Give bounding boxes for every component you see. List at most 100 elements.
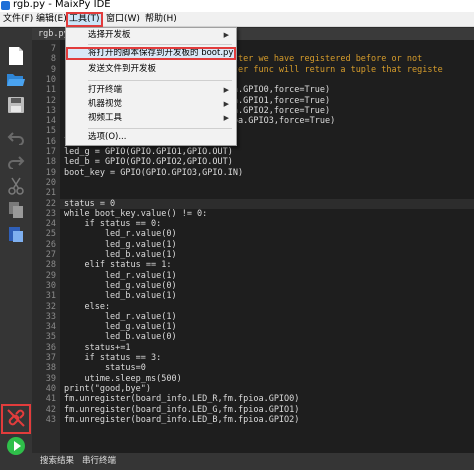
code-line[interactable]: fm.unregister(board_info.LED_G,fm.fpioa.… [64,405,299,415]
paste-button[interactable] [4,222,28,246]
code-line[interactable]: status = 0 [64,199,115,209]
line-number: 23 [45,208,56,219]
code-line[interactable]: led_r.value(1) [64,271,177,281]
new-file-button[interactable] [4,44,28,68]
submenu-arrow-icon: ▶ [223,100,229,108]
copy-button[interactable] [4,198,28,222]
undo-button[interactable] [4,126,28,150]
menu-item-label: 选择开发板 [88,30,131,40]
menu-window[interactable]: 窗口(W) [103,12,143,27]
code-line[interactable]: print("good,bye") [64,384,151,394]
tab-serial-terminal[interactable]: 串行终端 [82,453,116,470]
line-number: 13 [45,105,56,116]
redo-button[interactable] [4,150,28,174]
code-line[interactable]: led_g.value(0) [64,281,177,291]
code-line[interactable]: boot_key = GPIO(GPIO.GPIO3,GPIO.IN) [64,168,243,178]
code-line[interactable]: while boot_key.value() != 0: [64,209,207,219]
line-number: 41 [45,394,56,405]
menu-edit[interactable]: 编辑(E) [33,12,70,27]
menu-file[interactable]: 文件(F) [0,12,36,27]
menu-item-label: 视频工具 [88,113,123,123]
line-number: 26 [45,239,56,250]
submenu-arrow-icon: ▶ [223,86,229,94]
line-number: 10 [45,74,56,85]
code-line[interactable]: fm.unregister(board_info.LED_B,fm.fpioa.… [64,415,299,425]
new-file-icon [9,47,23,65]
scissors-icon [8,177,24,195]
code-line[interactable]: led_b.value(1) [64,250,177,260]
line-number: 18 [45,157,56,168]
code-line[interactable]: led_g.value(1) [64,322,177,332]
code-line[interactable]: fm.unregister(board_info.LED_R,fm.fpioa.… [64,394,299,404]
line-number: 28 [45,260,56,271]
menu-bar: 文件(F) 编辑(E) 工具(T) 窗口(W) 帮助(H) [0,12,474,27]
open-file-button[interactable] [4,68,28,92]
redo-icon [8,156,25,169]
code-line[interactable]: led_b.value(1) [64,291,177,301]
menu-separator [88,128,232,129]
title-bar: rgb.py - MaixPy IDE [0,0,474,12]
line-number: 12 [45,95,56,106]
line-number: 14 [45,116,56,127]
line-number: 25 [45,229,56,240]
menu-item-send-file[interactable]: 发送文件到开发板 [66,63,236,76]
menu-tools[interactable]: 工具(T) [66,12,103,27]
line-number: 15 [45,126,56,137]
line-number: 42 [45,404,56,415]
menu-item-save-to-boot-py[interactable]: 将打开的脚本保存到开发板的 boot.py [66,47,236,60]
code-line[interactable]: led_b = GPIO(GPIO.GPIO2,GPIO.OUT) [64,157,233,167]
menu-item-machine-vision[interactable]: 机器视觉 ▶ [66,98,236,111]
line-number: 22 [45,198,56,209]
line-number: 33 [45,311,56,322]
code-line[interactable]: utime.sleep_ms(500) [64,374,181,384]
line-number: 36 [45,342,56,353]
line-number: 8 [50,54,56,65]
code-line[interactable]: led_r.value(1) [64,312,177,322]
menu-separator [88,44,232,45]
menu-item-label: 打开终端 [88,85,123,95]
code-line[interactable]: if status == 0: [64,219,161,229]
code-line[interactable]: led_r.value(0) [64,229,177,239]
line-number: 7 [50,44,56,54]
paste-icon [9,227,23,242]
menu-item-label: 发送文件到开发板 [88,64,157,74]
line-number: 11 [45,85,56,96]
save-button[interactable] [4,93,28,117]
code-line[interactable]: if status == 3: [64,353,161,363]
tools-dropdown-menu: 选择开发板 ▶ 将打开的脚本保存到开发板的 boot.py 发送文件到开发板 打… [65,27,237,146]
line-number: 37 [45,353,56,363]
code-line[interactable]: led_b.value(0) [64,332,177,342]
window-title: rgb.py - MaixPy IDE [13,0,111,10]
menu-help[interactable]: 帮助(H) [142,12,180,27]
menu-item-select-board[interactable]: 选择开发板 ▶ [66,29,236,42]
menu-item-label: 机器视觉 [88,99,123,109]
code-line[interactable]: led_g = GPIO(GPIO.GPIO1,GPIO.OUT) [64,147,233,157]
code-line[interactable]: status+=1 [64,343,130,353]
line-number-gutter: 7 8 9 10 11 12 13 14 15 16 17 18 19 20 21 22 23 24 25 26 27 2… [32,40,60,453]
code-line[interactable]: status=0 [64,363,146,373]
app-icon [1,1,10,10]
line-number: 30 [45,280,56,291]
menu-item-label: 将打开的脚本保存到开发板的 boot.py [88,48,234,58]
code-line[interactable]: elif status == 1: [64,260,171,270]
menu-item-open-terminal[interactable]: 打开终端 ▶ [66,84,236,97]
line-number: 29 [45,270,56,281]
menu-item-options[interactable]: 选项(O)... [66,131,236,144]
bottom-bar: 搜索结果 串行终端 [32,453,474,470]
line-number: 21 [45,188,56,199]
annotation-box [1,404,31,434]
tab-search-results[interactable]: 搜索结果 [40,453,74,470]
code-line[interactable]: led_g.value(1) [64,240,177,250]
code-line[interactable]: else: [64,302,110,312]
line-number: 16 [45,136,56,147]
line-number: 9 [50,64,56,75]
submenu-arrow-icon: ▶ [223,114,229,122]
cut-button[interactable] [4,174,28,198]
menu-separator [88,80,232,81]
line-number: 43 [45,414,56,425]
menu-item-video-tools[interactable]: 视频工具 ▶ [66,112,236,125]
run-button[interactable] [4,434,28,458]
line-number: 38 [45,363,56,374]
line-number: 31 [45,291,56,302]
line-number: 39 [45,373,56,384]
